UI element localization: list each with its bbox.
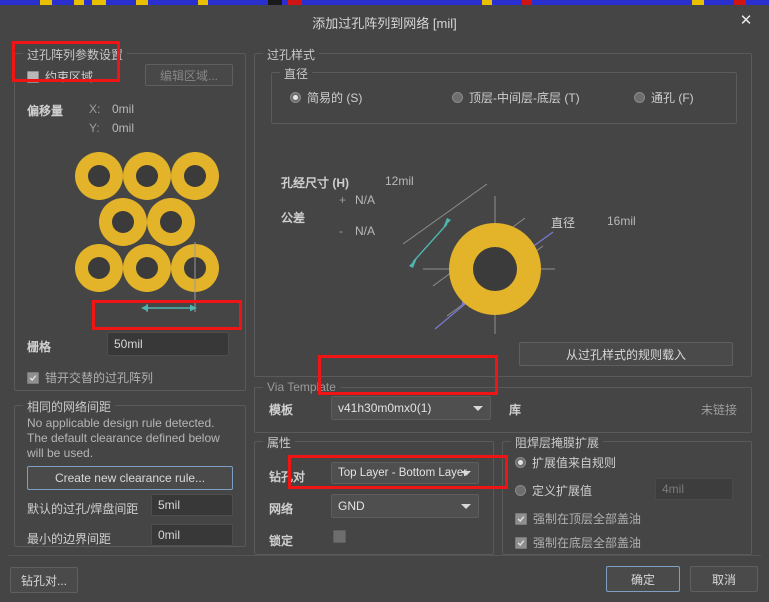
tolerance-label: 公差: [281, 211, 306, 225]
chevron-down-icon: [473, 406, 483, 411]
via-style-group: 过孔样式 直径 简易的 (S) 顶层-中间层-底层 (T) 通孔 (F) 孔经尺…: [254, 46, 752, 377]
offset-label: 偏移量: [27, 104, 64, 118]
check-icon: [517, 539, 525, 546]
radio-dot: [515, 485, 526, 496]
edit-area-button[interactable]: 编辑区域...: [145, 64, 233, 86]
radio-dot: [515, 457, 526, 468]
tolerance-minus-value: N/A: [355, 224, 376, 238]
radio-simple-label: 简易的 (S): [307, 91, 363, 105]
checkbox-box: [515, 512, 527, 525]
drill-pair-label: 钻孔对: [269, 470, 306, 484]
ok-button[interactable]: 确定: [606, 566, 680, 592]
stagger-array-label: 错开交替的过孔阵列: [45, 371, 154, 385]
dialog-titlebar: 添加过孔阵列到网络 [mil] ✕: [0, 5, 769, 37]
radio-top-mid-bottom[interactable]: 顶层-中间层-底层 (T): [452, 89, 580, 106]
radio-dot: [634, 92, 645, 103]
drill-pair-combobox[interactable]: Top Layer - Bottom Layer: [331, 462, 479, 484]
solder-mask-expansion-group: 阻焊层掩膜扩展 扩展值来自规则 定义扩展值 4mil 强制在顶层全部盖油 强制在…: [502, 434, 752, 555]
template-label: 模板: [269, 403, 294, 417]
load-from-via-rule-button[interactable]: 从过孔样式的规则载入: [519, 342, 733, 366]
create-clearance-rule-button[interactable]: Create new clearance rule...: [27, 466, 233, 490]
dialog-title: 添加过孔阵列到网络 [mil]: [312, 16, 457, 31]
cancel-button[interactable]: 取消: [690, 566, 758, 592]
checkbox-box: [333, 530, 346, 543]
footer-divider: [8, 555, 761, 556]
close-icon[interactable]: ✕: [735, 10, 757, 32]
grid-dimension-graphic: [141, 242, 197, 312]
via-array-params-group: 过孔阵列参数设置 约束区域 编辑区域... 偏移量 X: 0mil Y: 0mi…: [14, 46, 246, 391]
properties-group: 属性 钻孔对 Top Layer - Bottom Layer 网络 GND 锁…: [254, 434, 494, 555]
constraint-area-checkbox[interactable]: 约束区域: [27, 68, 93, 85]
diameter-value: 16mil: [607, 214, 636, 228]
min-border-clearance-input[interactable]: 0mil: [151, 524, 233, 546]
checkbox-box: [27, 70, 39, 83]
radio-dot: [290, 92, 301, 103]
radio-dot: [452, 92, 463, 103]
offset-y-value: 0mil: [112, 121, 135, 135]
min-border-clearance-label: 最小的边界间距: [27, 532, 112, 546]
template-combobox[interactable]: v41h30m0mx0(1): [331, 396, 491, 420]
via-array-preview: [23, 146, 237, 324]
net-value: GND: [338, 499, 365, 513]
solder-mask-title: 阻焊层掩膜扩展: [511, 434, 604, 451]
offset-x-label: X:: [89, 102, 101, 116]
radio-through-hole-label: 通孔 (F): [651, 91, 694, 105]
same-net-clearance-group: 相同的网络间距 No applicable design rule detect…: [14, 398, 246, 547]
force-top-tenting-label: 强制在顶层全部盖油: [533, 512, 642, 526]
chevron-down-icon: [461, 504, 471, 509]
template-value: v41h30m0mx0(1): [338, 401, 432, 415]
tolerance-plus-value: N/A: [355, 193, 376, 207]
radio-expansion-from-rule-label: 扩展值来自规则: [532, 456, 617, 470]
check-icon: [29, 374, 37, 381]
expansion-value-input[interactable]: 4mil: [655, 478, 733, 500]
drill-pairs-button[interactable]: 钻孔对...: [10, 567, 78, 593]
dialog-footer: 钻孔对... 确定 取消: [0, 555, 769, 602]
diameter-group-title: 直径: [280, 65, 313, 82]
force-bottom-tenting-checkbox[interactable]: 强制在底层全部盖油: [515, 534, 641, 551]
lock-checkbox[interactable]: [333, 530, 346, 543]
checkbox-box: [27, 371, 39, 384]
tolerance-minus-sign: -: [339, 224, 343, 238]
radio-through-hole[interactable]: 通孔 (F): [634, 89, 694, 106]
force-top-tenting-checkbox[interactable]: 强制在顶层全部盖油: [515, 510, 641, 527]
default-via-pad-clearance-label: 默认的过孔/焊盘间距: [27, 502, 139, 516]
add-via-array-dialog: 添加过孔阵列到网络 [mil] ✕ 过孔阵列参数设置 约束区域 编辑区域... …: [0, 5, 769, 602]
diameter-group: 直径 简易的 (S) 顶层-中间层-底层 (T) 通孔 (F): [271, 65, 737, 124]
radio-define-expansion-label: 定义扩展值: [532, 484, 593, 498]
check-icon: [517, 515, 525, 522]
default-via-pad-clearance-input[interactable]: 5mil: [151, 494, 233, 516]
library-label: 库: [509, 403, 522, 417]
via-style-title: 过孔样式: [263, 46, 320, 63]
constraint-area-label: 约束区域: [45, 70, 94, 84]
radio-define-expansion[interactable]: 定义扩展值: [515, 482, 592, 499]
properties-title: 属性: [263, 434, 296, 451]
drill-pair-value: Top Layer - Bottom Layer: [338, 467, 468, 479]
via-diagram-graphic: [402, 183, 555, 334]
chevron-down-icon: [461, 471, 471, 476]
net-label: 网络: [269, 502, 294, 516]
grid-label: 栅格: [27, 340, 52, 354]
hole-size-label: 孔经尺寸 (H): [281, 176, 349, 190]
radio-expansion-from-rule[interactable]: 扩展值来自规则: [515, 454, 616, 471]
library-value: 未链接: [700, 403, 737, 417]
offset-y-label: Y:: [89, 121, 100, 135]
net-combobox[interactable]: GND: [331, 494, 479, 518]
offset-x-value: 0mil: [112, 102, 135, 116]
tolerance-plus-sign: +: [339, 193, 347, 207]
dialog-body: 过孔阵列参数设置 约束区域 编辑区域... 偏移量 X: 0mil Y: 0mi…: [0, 37, 769, 555]
clearance-message: No applicable design rule detected. The …: [27, 416, 220, 460]
grid-input[interactable]: 50mil: [107, 332, 229, 356]
lock-label: 锁定: [269, 534, 294, 548]
stagger-array-checkbox[interactable]: 错开交替的过孔阵列: [27, 369, 153, 386]
via-array-params-title: 过孔阵列参数设置: [23, 46, 128, 63]
checkbox-box: [515, 536, 527, 549]
radio-simple[interactable]: 简易的 (S): [290, 89, 362, 106]
via-template-title: Via Template: [263, 380, 340, 394]
radio-top-mid-bottom-label: 顶层-中间层-底层 (T): [469, 91, 580, 105]
force-bottom-tenting-label: 强制在底层全部盖油: [533, 536, 642, 550]
via-template-group: Via Template 模板 v41h30m0mx0(1) 库 未链接: [254, 380, 752, 433]
clearance-group-title: 相同的网络间距: [23, 398, 116, 415]
